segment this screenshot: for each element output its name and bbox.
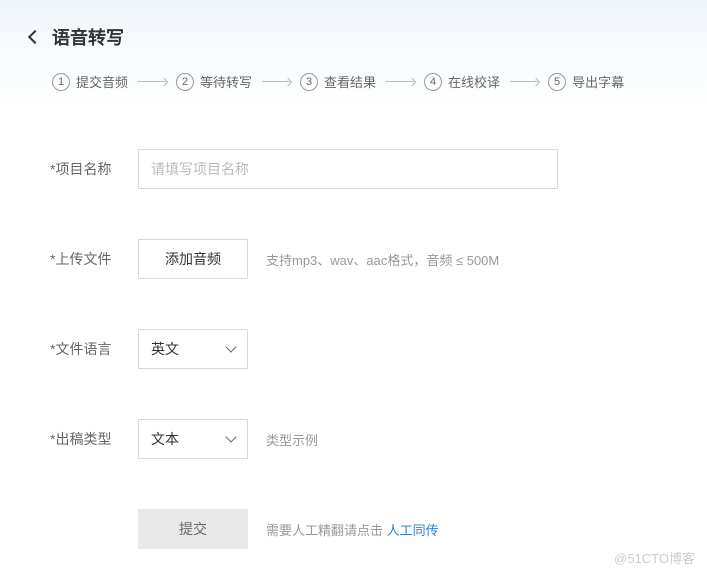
arrow-icon (386, 81, 414, 82)
chevron-down-icon (225, 431, 236, 442)
submit-button[interactable]: 提交 (138, 509, 248, 549)
arrow-icon (262, 81, 290, 82)
project-name-input[interactable] (138, 149, 558, 189)
step-label: 导出字幕 (572, 72, 624, 91)
label-output-type: *出稿类型 (50, 429, 138, 449)
language-select[interactable]: 英文 (138, 329, 248, 369)
human-translate-link[interactable]: 人工同传 (387, 523, 439, 538)
step-label: 提交音频 (76, 72, 128, 91)
add-audio-button[interactable]: 添加音频 (138, 239, 248, 279)
output-type-value: 文本 (151, 429, 179, 449)
arrow-icon (138, 81, 166, 82)
step-5: 5 导出字幕 (548, 72, 624, 91)
label-upload: *上传文件 (50, 249, 138, 269)
output-type-select[interactable]: 文本 (138, 419, 248, 459)
label-language: *文件语言 (50, 339, 138, 359)
step-label: 等待转写 (200, 72, 252, 91)
watermark: @51CTO博客 (614, 548, 695, 567)
header: 语音转写 1 提交音频 2 等待转写 3 查看结果 4 在线校译 5 导出字幕 (0, 0, 707, 109)
step-2: 2 等待转写 (176, 72, 252, 91)
back-icon[interactable] (28, 30, 42, 44)
step-number: 5 (548, 73, 566, 91)
chevron-down-icon (225, 341, 236, 352)
step-number: 2 (176, 73, 194, 91)
page-title: 语音转写 (52, 24, 124, 50)
output-type-hint: 类型示例 (266, 430, 318, 449)
row-language: *文件语言 英文 (50, 329, 657, 369)
submit-hint-text: 需要人工精翻请点击 (266, 523, 387, 538)
arrow-icon (510, 81, 538, 82)
submit-hint: 需要人工精翻请点击 人工同传 (266, 520, 439, 539)
row-upload: *上传文件 添加音频 支持mp3、wav、aac格式，音频 ≤ 500M (50, 239, 657, 279)
step-label: 查看结果 (324, 72, 376, 91)
upload-hint: 支持mp3、wav、aac格式，音频 ≤ 500M (266, 250, 499, 269)
form: *项目名称 *上传文件 添加音频 支持mp3、wav、aac格式，音频 ≤ 50… (0, 109, 707, 569)
label-project-name: *项目名称 (50, 159, 138, 179)
step-number: 4 (424, 73, 442, 91)
row-submit: 提交 需要人工精翻请点击 人工同传 (50, 509, 657, 549)
step-number: 1 (52, 73, 70, 91)
language-value: 英文 (151, 339, 179, 359)
step-4: 4 在线校译 (424, 72, 500, 91)
steps-nav: 1 提交音频 2 等待转写 3 查看结果 4 在线校译 5 导出字幕 (30, 72, 677, 91)
row-project-name: *项目名称 (50, 149, 657, 189)
step-1: 1 提交音频 (52, 72, 128, 91)
title-row: 语音转写 (30, 24, 677, 50)
row-output-type: *出稿类型 文本 类型示例 (50, 419, 657, 459)
step-label: 在线校译 (448, 72, 500, 91)
step-3: 3 查看结果 (300, 72, 376, 91)
step-number: 3 (300, 73, 318, 91)
